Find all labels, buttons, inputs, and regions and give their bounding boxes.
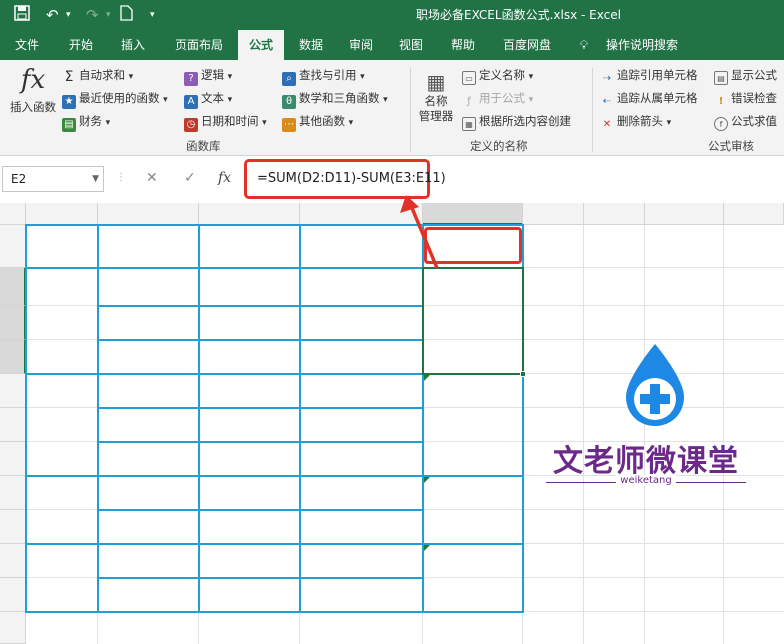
arrow-shaft	[410, 207, 439, 269]
watermark-subtitle: weiketang	[616, 475, 676, 486]
watermark-title: 文老师微课堂	[553, 444, 739, 479]
arrow-head	[400, 195, 419, 213]
water-drop-logo	[626, 344, 684, 426]
annotation-arrow	[400, 195, 439, 269]
